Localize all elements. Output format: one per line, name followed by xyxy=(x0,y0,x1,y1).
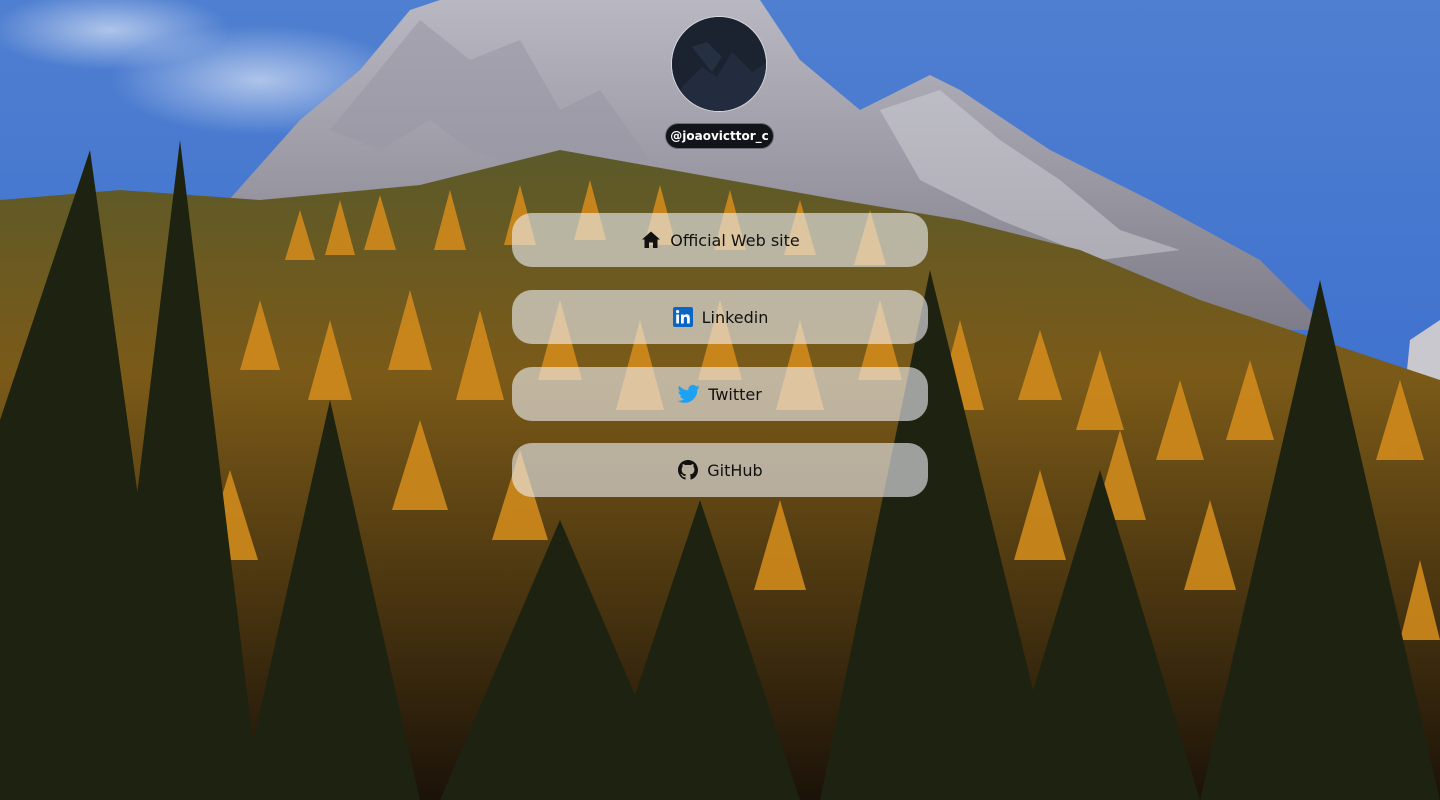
home-icon xyxy=(640,229,662,251)
official-website-label: Official Web site xyxy=(670,230,800,250)
linkedin-button[interactable]: Linkedin xyxy=(512,290,928,344)
github-label: GitHub xyxy=(707,460,763,480)
twitter-label: Twitter xyxy=(708,384,762,404)
linkedin-label: Linkedin xyxy=(701,307,769,327)
linkedin-icon xyxy=(672,306,694,328)
twitter-button[interactable]: Twitter xyxy=(512,367,928,421)
page: @joaovicttor_c Official Web site Linkedi… xyxy=(0,0,1440,800)
avatar[interactable] xyxy=(671,16,767,112)
avatar-image xyxy=(672,17,766,111)
official-website-button[interactable]: Official Web site xyxy=(512,213,928,267)
github-icon xyxy=(677,459,699,481)
twitter-icon xyxy=(678,383,700,405)
username-badge: @joaovicttor_c xyxy=(665,123,774,149)
github-button[interactable]: GitHub xyxy=(512,443,928,497)
